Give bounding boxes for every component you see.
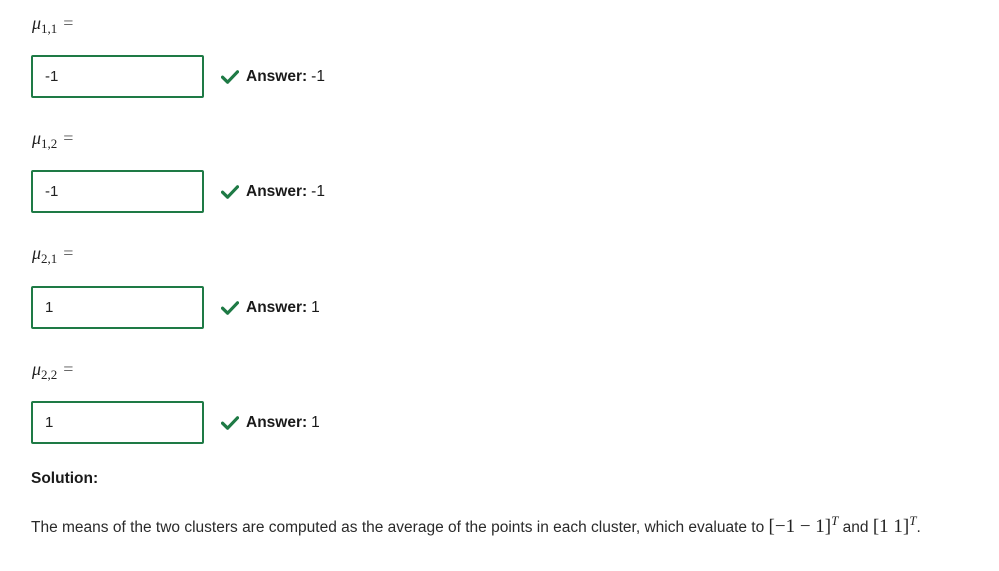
solution-text-and: and	[838, 519, 873, 536]
mu-2-1-feedback: Answer: 1	[221, 298, 320, 318]
cluster-2-mean-vector: [1 1]T	[872, 513, 917, 537]
mu-1-2-input[interactable]	[31, 170, 204, 213]
check-icon	[221, 301, 239, 315]
mu-2-1-label: μ2,1 =	[32, 243, 74, 266]
mu-1-1-input[interactable]	[31, 55, 204, 98]
mu-2-2-label: μ2,2 =	[32, 359, 74, 382]
mu-1-2-label: μ1,2 =	[32, 128, 74, 151]
mu-2-1-input[interactable]	[31, 286, 204, 329]
mu-2-2-feedback: Answer: 1	[221, 413, 320, 433]
answer-label: Answer:	[246, 414, 308, 431]
cluster-1-mean-vector: [−1 − 1]T	[768, 513, 839, 537]
mu-2-2-input[interactable]	[31, 401, 204, 444]
answer-value: -1	[311, 68, 325, 85]
answer-value: -1	[311, 183, 325, 200]
mu-1-1-label: μ1,1 =	[32, 13, 74, 36]
answer-label: Answer:	[246, 299, 308, 316]
check-icon	[221, 70, 239, 84]
solution-text-end: .	[916, 519, 921, 536]
mu-1-2-feedback: Answer: -1	[221, 182, 325, 202]
check-icon	[221, 185, 239, 199]
answer-label: Answer:	[246, 183, 308, 200]
mu-1-1-feedback: Answer: -1	[221, 67, 325, 87]
solution-text-before: The means of the two clusters are comput…	[31, 519, 769, 536]
answer-value: 1	[311, 414, 320, 431]
check-icon	[221, 416, 239, 430]
solution-heading: Solution:	[31, 470, 99, 487]
solution-text: The means of the two clusters are comput…	[31, 512, 981, 543]
answer-value: 1	[311, 299, 320, 316]
answer-label: Answer:	[246, 68, 308, 85]
